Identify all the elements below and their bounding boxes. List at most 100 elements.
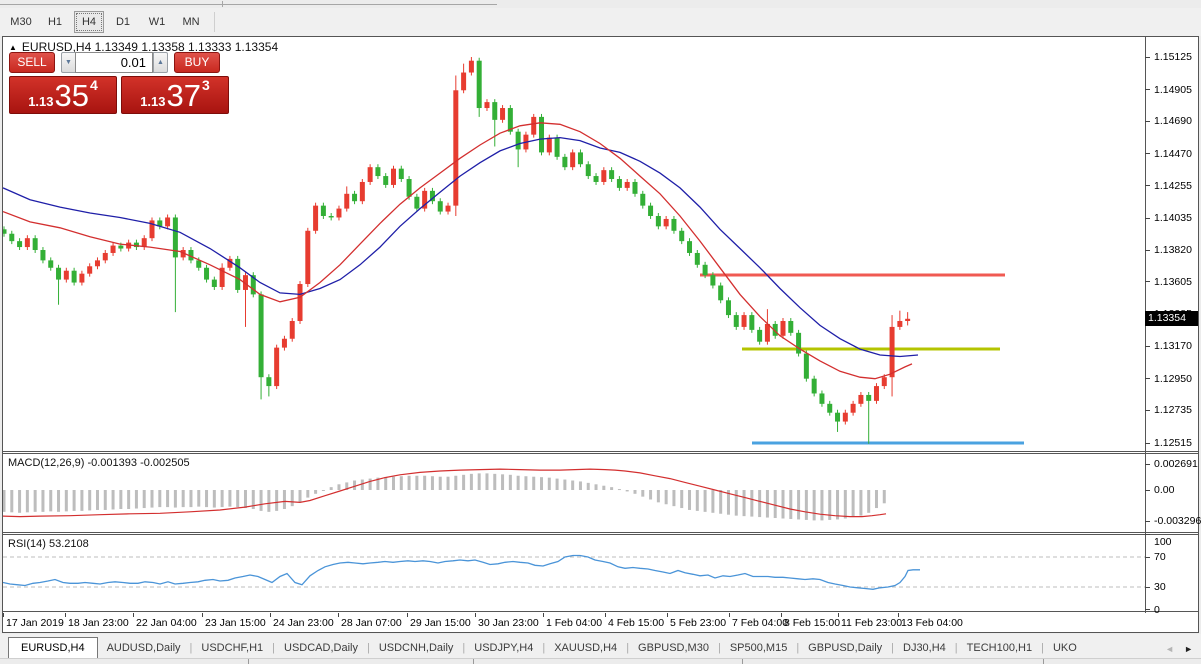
candle-body[interactable] xyxy=(687,241,692,253)
candle-body[interactable] xyxy=(695,253,700,265)
candle-body[interactable] xyxy=(329,216,334,217)
timeframe-button-m30[interactable]: M30 xyxy=(6,11,36,33)
candle-body[interactable] xyxy=(671,219,676,231)
candle-body[interactable] xyxy=(617,179,622,188)
candle-body[interactable] xyxy=(734,315,739,327)
candle-body[interactable] xyxy=(843,413,848,422)
candle-body[interactable] xyxy=(48,260,53,267)
candle-body[interactable] xyxy=(95,260,100,266)
candle-body[interactable] xyxy=(383,176,388,185)
candle-body[interactable] xyxy=(484,102,489,108)
rsi-canvas[interactable] xyxy=(3,535,1145,611)
candle-body[interactable] xyxy=(469,61,474,73)
tab-gbpusd-daily[interactable]: GBPUSD,Daily xyxy=(799,639,891,658)
candle-body[interactable] xyxy=(601,170,606,182)
tab-usdjpy-h4[interactable]: USDJPY,H4 xyxy=(465,639,542,658)
candle-body[interactable] xyxy=(282,339,287,348)
candle-body[interactable] xyxy=(212,280,217,287)
candle-body[interactable] xyxy=(827,404,832,413)
candle-body[interactable] xyxy=(905,319,910,321)
candle-body[interactable] xyxy=(726,300,731,315)
candle-body[interactable] xyxy=(196,260,201,267)
candle-body[interactable] xyxy=(118,246,123,249)
timeframe-button-h1[interactable]: H1 xyxy=(40,11,70,33)
candle-body[interactable] xyxy=(890,327,895,377)
candle-body[interactable] xyxy=(407,179,412,197)
candle-body[interactable] xyxy=(531,117,536,135)
candle-body[interactable] xyxy=(812,379,817,394)
candle-body[interactable] xyxy=(594,176,599,182)
candle-body[interactable] xyxy=(64,271,69,280)
candle-body[interactable] xyxy=(111,246,116,253)
candle-body[interactable] xyxy=(266,377,271,386)
candle-body[interactable] xyxy=(819,393,824,403)
candle-body[interactable] xyxy=(360,182,365,201)
candle-body[interactable] xyxy=(204,268,209,280)
candle-body[interactable] xyxy=(391,169,396,185)
candle-body[interactable] xyxy=(375,167,380,176)
candle-body[interactable] xyxy=(290,321,295,339)
tab-audusd-daily[interactable]: AUDUSD,Daily xyxy=(98,639,190,658)
candle-body[interactable] xyxy=(274,348,279,386)
candle-body[interactable] xyxy=(477,61,482,108)
tab-xauusd-h4[interactable]: XAUUSD,H4 xyxy=(545,639,626,658)
candle-body[interactable] xyxy=(17,241,22,247)
tab-usdcnh-daily[interactable]: USDCNH,Daily xyxy=(370,639,463,658)
candle-body[interactable] xyxy=(336,209,341,218)
candle-body[interactable] xyxy=(749,315,754,330)
candle-body[interactable] xyxy=(56,268,61,280)
candle-body[interactable] xyxy=(259,294,264,377)
candle-body[interactable] xyxy=(555,138,560,157)
candle-body[interactable] xyxy=(570,152,575,167)
candle-body[interactable] xyxy=(461,73,466,91)
candle-body[interactable] xyxy=(103,253,108,260)
timeframe-button-w1[interactable]: W1 xyxy=(142,11,172,33)
sell-price-panel[interactable]: 1.13 35 4 xyxy=(9,76,117,114)
candle-body[interactable] xyxy=(679,231,684,241)
candle-body[interactable] xyxy=(453,90,458,205)
candle-body[interactable] xyxy=(562,157,567,167)
tab-gbpusd-m30[interactable]: GBPUSD,M30 xyxy=(629,639,718,658)
candle-body[interactable] xyxy=(321,206,326,216)
candle-body[interactable] xyxy=(765,324,770,342)
time-axis[interactable]: 17 Jan 201918 Jan 23:0022 Jan 04:0023 Ja… xyxy=(3,613,1145,632)
candle-body[interactable] xyxy=(625,182,630,188)
candle-body[interactable] xyxy=(399,169,404,179)
candle-body[interactable] xyxy=(796,333,801,354)
candle-body[interactable] xyxy=(446,206,451,212)
candle-body[interactable] xyxy=(703,265,708,275)
tab-scroll-right-icon[interactable]: ► xyxy=(1184,644,1193,654)
candle-body[interactable] xyxy=(640,194,645,206)
volume-increase-button[interactable]: ▲ xyxy=(153,52,168,73)
tab-sp500-m15[interactable]: SP500,M15 xyxy=(721,639,796,658)
buy-price-panel[interactable]: 1.13 37 3 xyxy=(121,76,229,114)
candle-body[interactable] xyxy=(656,216,661,226)
candle-body[interactable] xyxy=(305,231,310,284)
candle-body[interactable] xyxy=(609,170,614,179)
candle-body[interactable] xyxy=(25,238,30,247)
candle-body[interactable] xyxy=(547,138,552,153)
candle-body[interactable] xyxy=(235,259,240,290)
candle-body[interactable] xyxy=(500,108,505,120)
timeframe-button-h4[interactable]: H4 xyxy=(74,11,104,33)
sell-button[interactable]: SELL xyxy=(9,52,55,73)
candle-body[interactable] xyxy=(344,194,349,209)
candle-body[interactable] xyxy=(33,238,38,250)
candle-body[interactable] xyxy=(313,206,318,231)
volume-decrease-button[interactable]: ▼ xyxy=(61,52,76,73)
candle-body[interactable] xyxy=(165,217,170,226)
candle-body[interactable] xyxy=(87,266,92,273)
candle-body[interactable] xyxy=(632,182,637,194)
candle-body[interactable] xyxy=(897,321,902,327)
candle-body[interactable] xyxy=(368,167,373,182)
candle-body[interactable] xyxy=(866,395,871,401)
candle-body[interactable] xyxy=(578,152,583,164)
candle-body[interactable] xyxy=(9,234,14,241)
tab-usdcad-daily[interactable]: USDCAD,Daily xyxy=(275,639,367,658)
candle-body[interactable] xyxy=(851,404,856,413)
timeframe-button-mn[interactable]: MN xyxy=(176,11,206,33)
candle-body[interactable] xyxy=(492,102,497,120)
candle-body[interactable] xyxy=(664,219,669,226)
tab-dj30-h4[interactable]: DJ30,H4 xyxy=(894,639,955,658)
candle-body[interactable] xyxy=(3,229,7,233)
